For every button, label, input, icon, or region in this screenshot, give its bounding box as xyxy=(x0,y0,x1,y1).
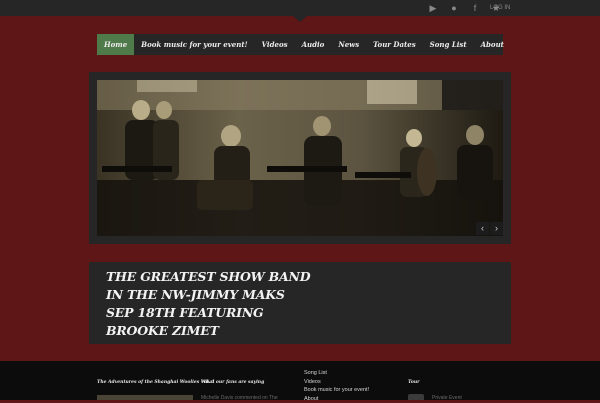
slider-next-button[interactable]: › xyxy=(490,222,503,235)
footer-link-about[interactable]: About xyxy=(304,395,369,403)
footer: The Adventures of the Shanghai Woolies V… xyxy=(0,361,600,400)
footer-links: Song List Videos Book music for your eve… xyxy=(304,369,369,403)
nav-item-tour-dates[interactable]: Tour Dates xyxy=(366,34,423,55)
album-thumbnail[interactable] xyxy=(97,395,193,400)
headline-panel: The Greatest Show Band in the NW-Jimmy M… xyxy=(89,262,511,344)
youtube-icon[interactable]: ▶ xyxy=(427,2,439,14)
fan-comment: Michelle Davis commented on The xyxy=(201,396,278,401)
top-bar-notch xyxy=(293,16,307,22)
nav-item-audio[interactable]: Audio xyxy=(295,34,332,55)
slider-arrows: ‹ › xyxy=(476,222,503,235)
main-nav: Home Book music for your event! Videos A… xyxy=(97,34,503,55)
footer-link-book-music[interactable]: Book music for your event! xyxy=(304,386,369,395)
footer-link-song-list[interactable]: Song List xyxy=(304,369,369,378)
nav-item-news[interactable]: News xyxy=(331,34,366,55)
nav-item-about[interactable]: About xyxy=(474,34,511,55)
footer-col1-title: The Adventures of the Shanghai Woolies V… xyxy=(97,380,215,386)
nav-item-home[interactable]: Home xyxy=(97,34,134,55)
footer-col4-title: Tour xyxy=(408,380,419,386)
headline-title[interactable]: The Greatest Show Band in the NW-Jimmy M… xyxy=(106,268,311,340)
nav-item-book-music[interactable]: Book music for your event! xyxy=(134,34,254,55)
nav-item-song-list[interactable]: Song List xyxy=(423,34,474,55)
apple-icon[interactable]: ● xyxy=(448,2,460,14)
login-link[interactable]: LOG IN xyxy=(490,3,510,13)
footer-col2-title: What our fans are saying xyxy=(201,380,264,386)
tour-event-text[interactable]: Private Event xyxy=(432,396,462,401)
top-bar: ▶ ● f ★ LOG IN xyxy=(0,0,600,16)
slider-prev-button[interactable]: ‹ xyxy=(476,222,489,235)
footer-link-videos[interactable]: Videos xyxy=(304,378,369,387)
nav-item-videos[interactable]: Videos xyxy=(255,34,295,55)
facebook-icon[interactable]: f xyxy=(469,2,481,14)
tour-date-badge xyxy=(408,394,424,400)
band-photo xyxy=(97,80,503,236)
